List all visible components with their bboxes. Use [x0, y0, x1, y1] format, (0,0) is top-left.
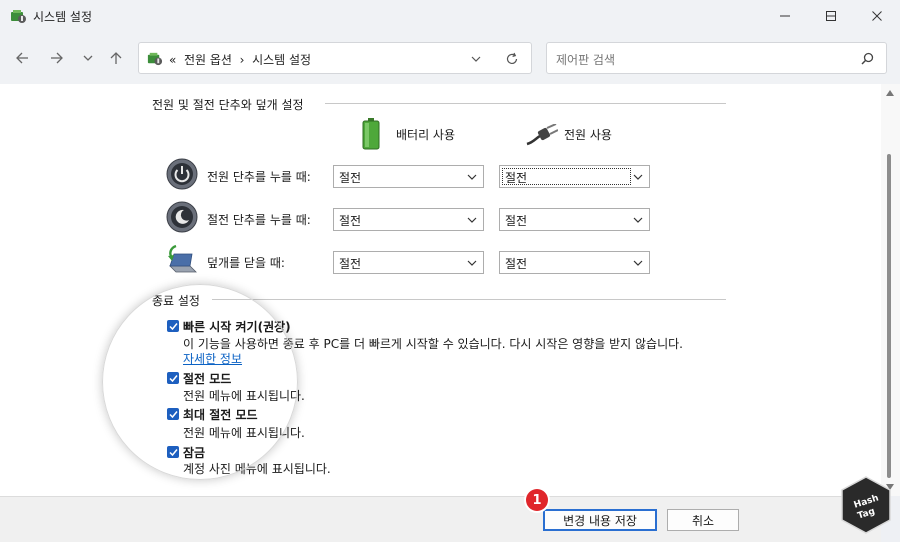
- sleep-description: 전원 메뉴에 표시됩니다.: [183, 389, 305, 403]
- chevron-down-icon[interactable]: [469, 52, 483, 66]
- sleep-title: 절전 모드: [183, 372, 232, 386]
- title-bar: 시스템 설정: [0, 0, 900, 32]
- power-group-title: 전원 및 절전 단추와 덮개 설정: [152, 98, 304, 112]
- up-button[interactable]: [104, 48, 128, 68]
- power-button-label: 전원 단추를 누를 때:: [207, 170, 311, 184]
- hibernate-description: 전원 메뉴에 표시됩니다.: [183, 426, 305, 440]
- shutdown-group-divider: [212, 299, 726, 300]
- checkmark-icon: [168, 322, 178, 330]
- vertical-scrollbar[interactable]: [881, 84, 900, 496]
- sleep-button-label: 절전 단추를 누를 때:: [207, 213, 311, 227]
- chevron-down-icon: [633, 217, 643, 223]
- scroll-up-icon[interactable]: [886, 90, 894, 96]
- sleep-button-icon: [166, 201, 198, 233]
- lock-title: 잠금: [183, 446, 206, 460]
- arrow-left-icon: [16, 52, 28, 64]
- chevron-down-icon: [633, 174, 643, 180]
- recent-locations-button[interactable]: [76, 48, 100, 68]
- search-box[interactable]: 제어판 검색: [546, 42, 887, 74]
- close-button[interactable]: [854, 0, 900, 32]
- power-button-icon: [166, 158, 198, 190]
- breadcrumb-power-options[interactable]: 전원 옵션: [184, 53, 232, 67]
- save-changes-button[interactable]: 변경 내용 저장: [543, 509, 657, 531]
- power-group-divider: [325, 103, 726, 104]
- checkmark-icon: [168, 374, 178, 382]
- refresh-icon[interactable]: [505, 52, 519, 66]
- power-plug-icon: [526, 124, 558, 146]
- chevron-down-icon: [633, 260, 643, 266]
- fast-startup-description: 이 기능을 사용하면 종료 후 PC를 더 빠르게 시작할 수 있습니다. 다시…: [183, 337, 683, 351]
- sleep-checkbox[interactable]: [167, 372, 179, 384]
- hibernate-checkbox[interactable]: [167, 408, 179, 420]
- minimize-icon: [780, 15, 790, 17]
- fast-startup-title: 빠른 시작 켜기(권장): [183, 320, 291, 334]
- chevron-down-icon: [467, 260, 477, 266]
- search-icon: [861, 52, 874, 65]
- forward-button[interactable]: [45, 48, 69, 68]
- plugged-column-header: 전원 사용: [564, 128, 612, 142]
- footer-bar: [0, 496, 881, 542]
- back-button[interactable]: [10, 48, 34, 68]
- scroll-thumb[interactable]: [887, 154, 891, 478]
- battery-icon: [362, 118, 380, 150]
- maximize-button[interactable]: [808, 0, 854, 32]
- checkmark-icon: [168, 410, 178, 418]
- checkmark-icon: [168, 448, 178, 456]
- hibernate-title: 최대 절전 모드: [183, 408, 258, 422]
- laptop-lid-icon: [168, 244, 197, 273]
- arrow-right-icon: [51, 52, 63, 64]
- sleep-button-battery-select[interactable]: 절전: [333, 208, 484, 231]
- chevron-down-icon: [467, 174, 477, 180]
- power-button-plugged-select[interactable]: 절전: [499, 165, 650, 188]
- lid-close-battery-select[interactable]: 절전: [333, 251, 484, 274]
- lock-checkbox[interactable]: [167, 446, 179, 458]
- sleep-button-plugged-select[interactable]: 절전: [499, 208, 650, 231]
- hashtag-logo: Hash Tag: [841, 476, 891, 534]
- battery-column-header: 배터리 사용: [396, 128, 456, 142]
- lid-close-label: 덮개를 닫을 때:: [207, 256, 285, 270]
- breadcrumb: « 전원 옵션 › 시스템 설정: [169, 51, 311, 68]
- chevron-down-icon: [467, 217, 477, 223]
- lid-close-plugged-select[interactable]: 절전: [499, 251, 650, 274]
- address-bar[interactable]: « 전원 옵션 › 시스템 설정: [138, 42, 532, 74]
- arrow-up-icon: [110, 52, 122, 64]
- minimize-button-alt[interactable]: [762, 0, 808, 32]
- power-options-icon: [11, 10, 26, 23]
- power-options-icon: [147, 52, 163, 66]
- step-marker: 1: [526, 489, 548, 511]
- shutdown-group-title: 종료 설정: [152, 294, 200, 308]
- lock-description: 계정 사진 메뉴에 표시됩니다.: [183, 462, 331, 476]
- breadcrumb-system-settings[interactable]: 시스템 설정: [252, 53, 311, 67]
- breadcrumb-separator[interactable]: ›: [240, 53, 245, 67]
- more-info-link[interactable]: 자세한 정보: [183, 350, 242, 367]
- chevron-down-icon: [83, 55, 93, 61]
- breadcrumb-overflow[interactable]: «: [169, 53, 176, 67]
- cancel-button[interactable]: 취소: [667, 509, 739, 531]
- close-icon: [872, 11, 882, 21]
- window-title: 시스템 설정: [33, 10, 93, 24]
- maximize-icon: [826, 11, 836, 21]
- content-panel: [0, 84, 881, 496]
- search-input[interactable]: 제어판 검색: [556, 51, 615, 68]
- fast-startup-checkbox[interactable]: [167, 320, 179, 332]
- navigation-bar: « 전원 옵션 › 시스템 설정 제어판 검색: [0, 32, 900, 84]
- power-button-battery-select[interactable]: 절전: [333, 165, 484, 188]
